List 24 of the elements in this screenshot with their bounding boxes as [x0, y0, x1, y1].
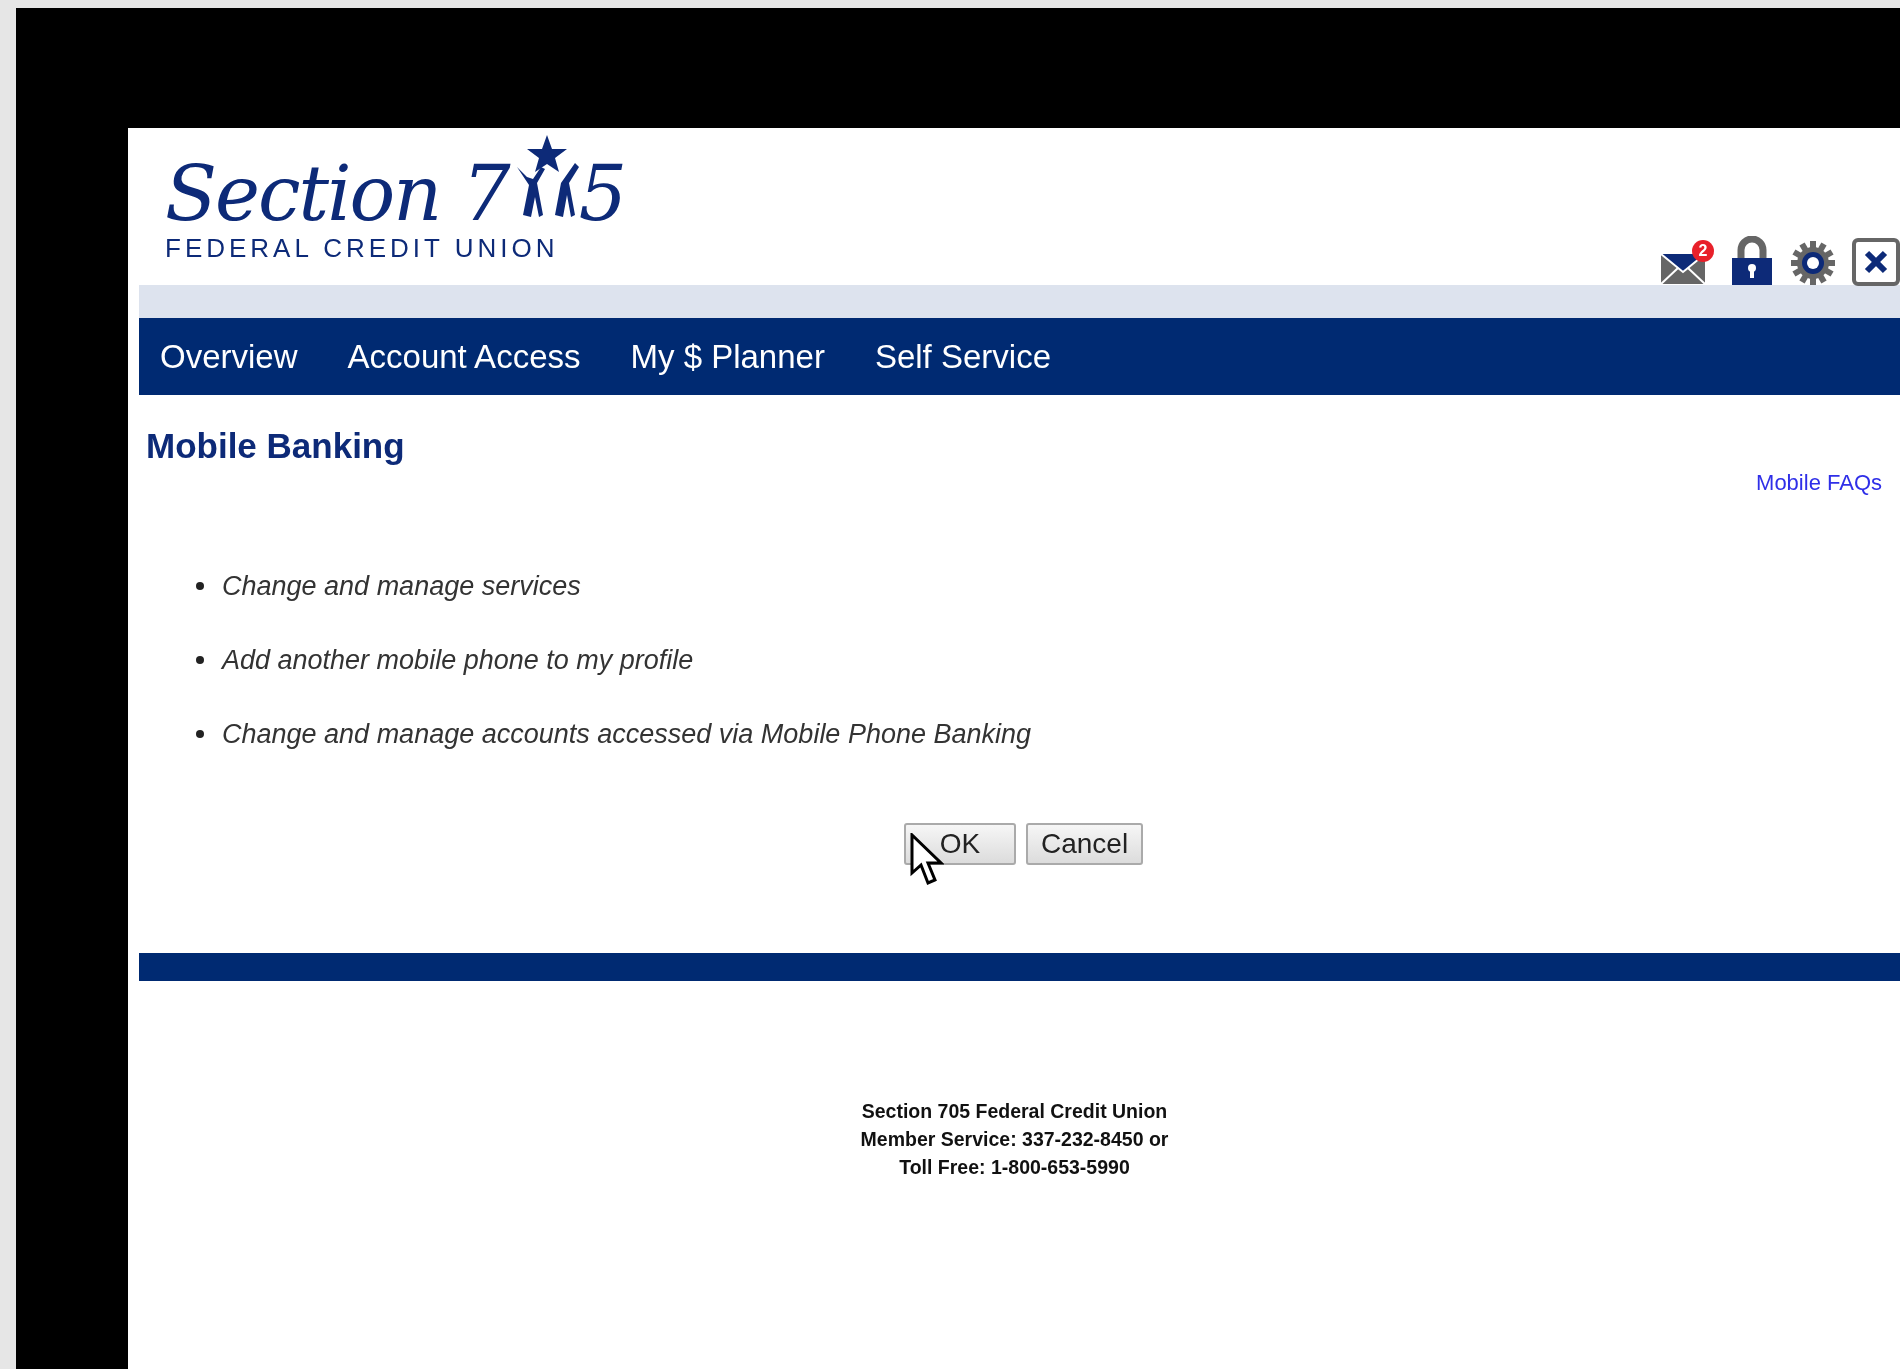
mail-button[interactable]: 2	[1660, 240, 1714, 286]
nav-link[interactable]: Overview	[160, 336, 298, 377]
nav-link[interactable]: Account Access	[347, 336, 581, 377]
dialog-button[interactable]: Cancel	[1026, 823, 1144, 865]
lock-icon	[1730, 236, 1774, 286]
footer-text: Toll Free: 1-800-653-5990	[899, 1155, 1130, 1180]
page-heading: Mobile Banking	[146, 425, 406, 467]
option-link[interactable]: Change and manage services	[222, 570, 581, 602]
footer-text: Section 705 Federal Credit Union	[861, 1099, 1168, 1124]
bullet-icon	[196, 730, 204, 738]
lock-button[interactable]	[1730, 236, 1774, 286]
settings-icon	[1790, 240, 1836, 286]
logo-script-text: 5	[578, 151, 626, 237]
faq-link[interactable]: Mobile FAQs	[1756, 469, 1882, 497]
bullet-icon	[196, 656, 204, 664]
close-button[interactable]	[1852, 238, 1900, 286]
bullet-icon	[196, 582, 204, 590]
notification-badge: 2	[1692, 240, 1714, 262]
option-link[interactable]: Change and manage accounts accessed via Mobile Phone Banking	[222, 718, 1032, 750]
footer-text: Member Service: 337-232-8450 or	[860, 1127, 1169, 1152]
nav-link[interactable]: My $ Planner	[630, 336, 825, 377]
option-link[interactable]: Add another mobile phone to my profile	[222, 644, 694, 676]
nav-link[interactable]: Self Service	[874, 336, 1051, 377]
settings-button[interactable]	[1790, 240, 1836, 286]
